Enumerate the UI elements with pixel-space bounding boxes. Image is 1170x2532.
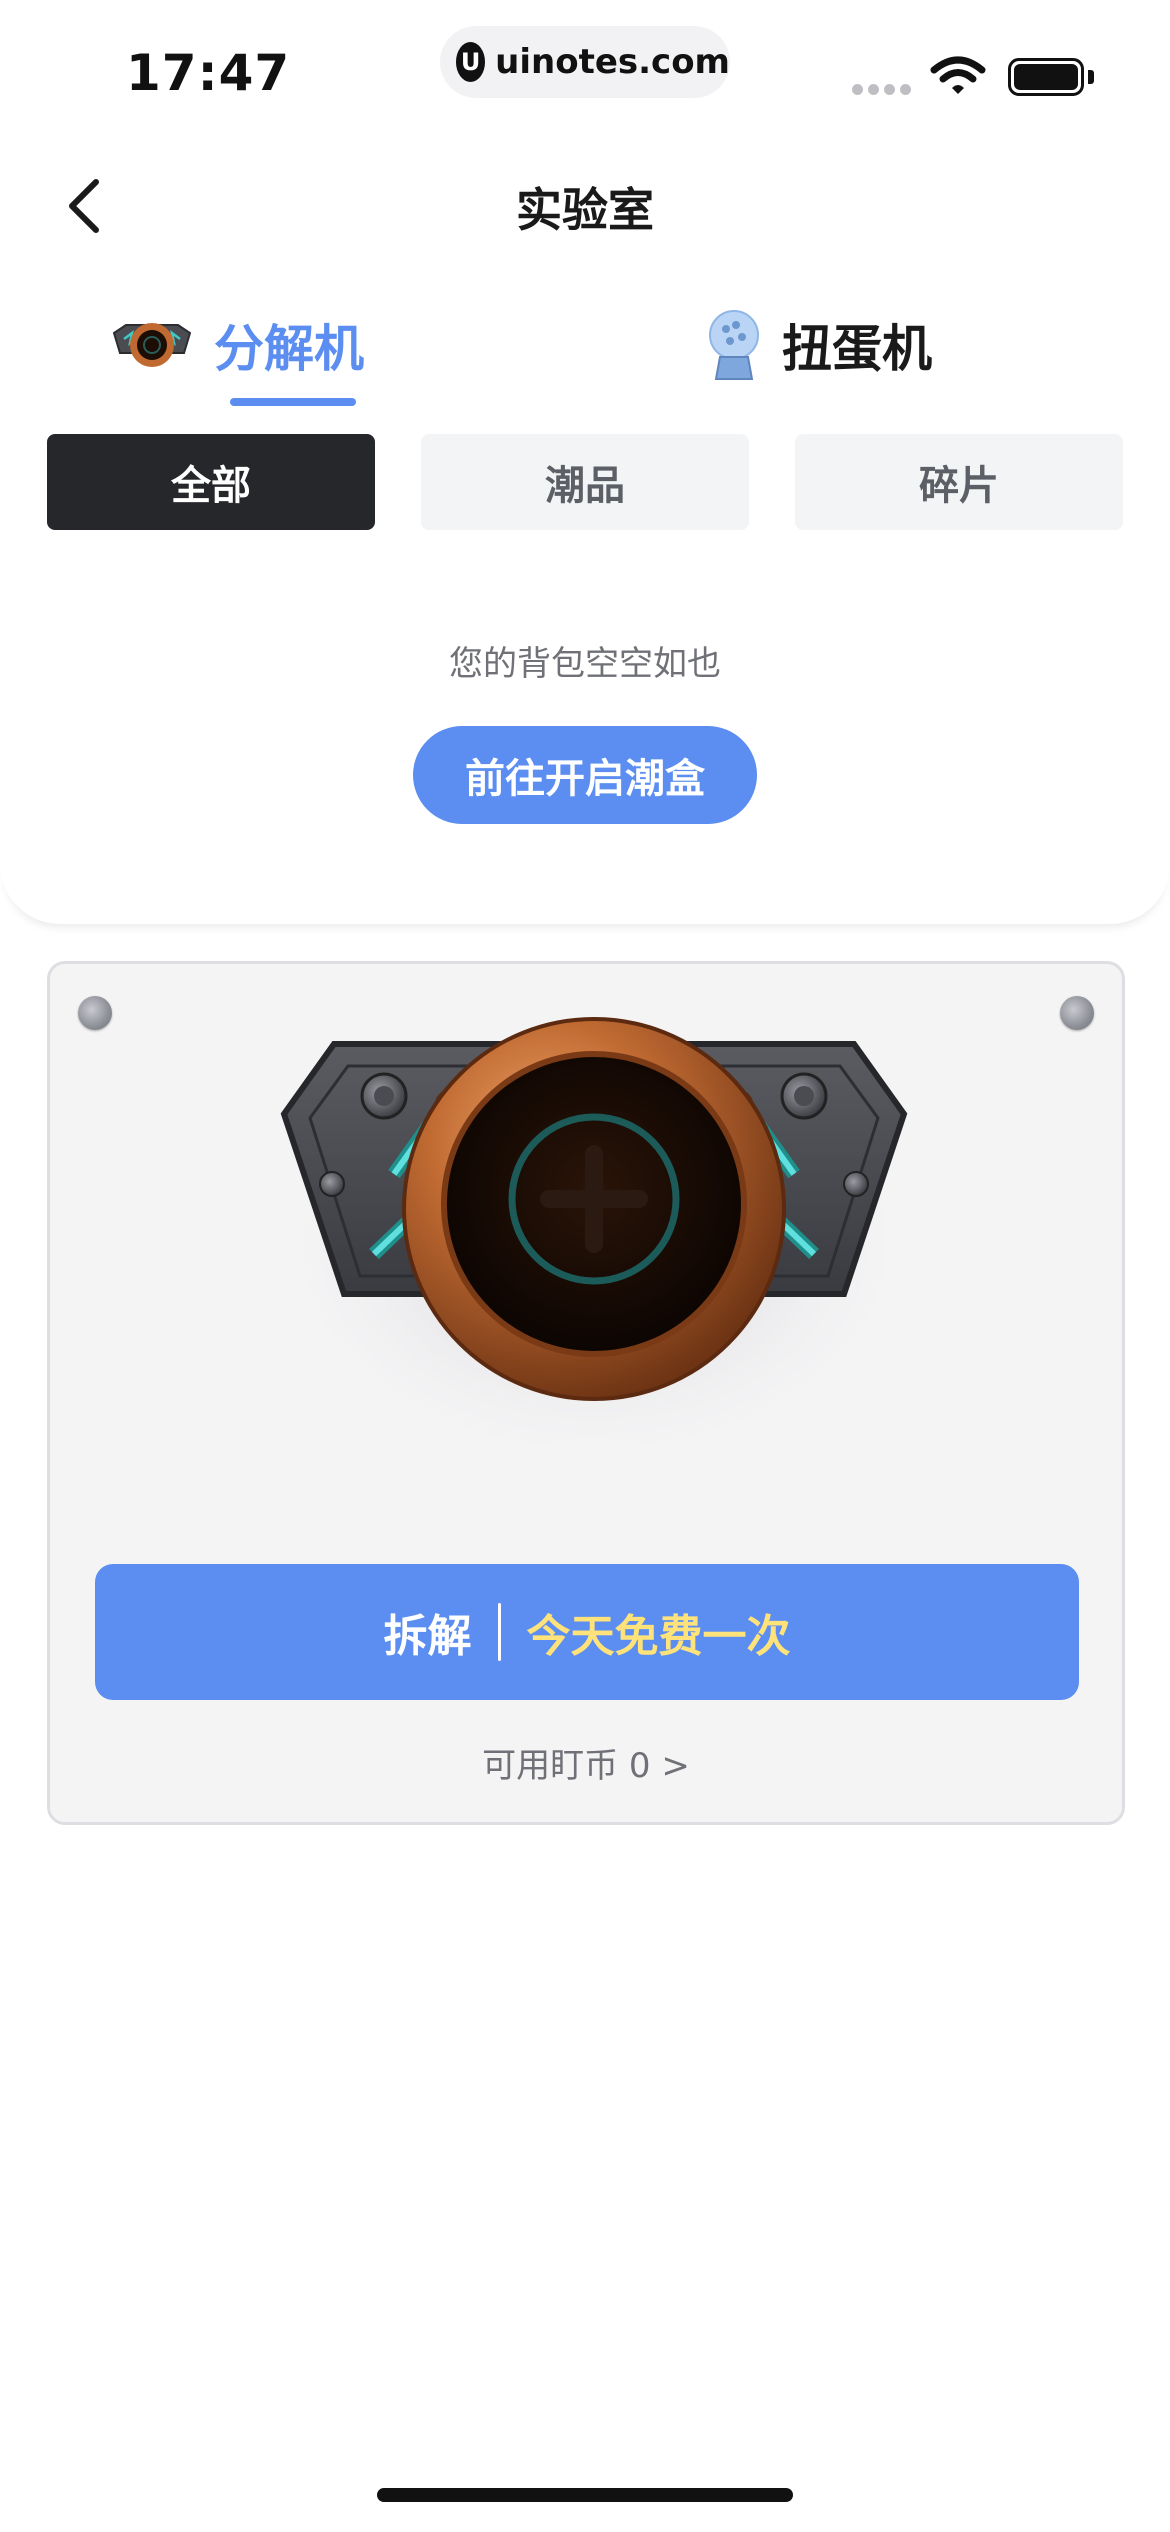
decomposer-machine-icon bbox=[112, 323, 192, 367]
button-divider bbox=[497, 1603, 501, 1661]
decompose-button[interactable]: 拆解 今天免费一次 bbox=[95, 1564, 1079, 1700]
decomposer-panel: 拆解 今天免费一次 可用盯币 0 > bbox=[47, 961, 1125, 1825]
watermark-logo-icon: U bbox=[456, 42, 486, 82]
page-title: 实验室 bbox=[516, 183, 654, 237]
status-bar: 17:47 U uinotes.com bbox=[0, 0, 1170, 130]
tab-decomposer[interactable]: 分解机 bbox=[108, 300, 364, 390]
open-blind-box-button[interactable]: 前往开启潮盒 bbox=[413, 726, 757, 824]
wifi-icon bbox=[930, 56, 986, 94]
tab-label: 扭蛋机 bbox=[782, 320, 932, 378]
status-time: 17:47 bbox=[126, 44, 291, 102]
filter-all[interactable]: 全部 bbox=[47, 434, 375, 530]
screw-icon bbox=[1060, 996, 1094, 1030]
filter-fragments[interactable]: 碎片 bbox=[795, 434, 1123, 530]
home-indicator[interactable] bbox=[377, 2488, 793, 2502]
screw-icon bbox=[78, 996, 112, 1030]
signal-icon bbox=[852, 84, 911, 95]
available-coins-link[interactable]: 可用盯币 0 > bbox=[50, 1738, 1122, 1787]
free-once-today-label: 今天免费一次 bbox=[526, 1611, 791, 1662]
battery-icon bbox=[1008, 58, 1084, 96]
active-tab-indicator bbox=[230, 398, 356, 406]
card-bottom-edge bbox=[0, 860, 1170, 924]
battery-cap bbox=[1088, 70, 1094, 84]
empty-backpack-message: 您的背包空空如也 bbox=[449, 644, 721, 684]
decompose-label: 拆解 bbox=[383, 1611, 472, 1662]
gacha-capsule-icon bbox=[709, 310, 759, 380]
watermark-text: uinotes.com bbox=[495, 42, 730, 82]
filter-trend-items[interactable]: 潮品 bbox=[421, 434, 749, 530]
tab-label: 分解机 bbox=[214, 320, 364, 378]
tab-gacha[interactable]: 扭蛋机 bbox=[704, 300, 932, 390]
watermark-badge: U uinotes.com bbox=[440, 26, 730, 98]
decomposer-machine-illustration bbox=[264, 1014, 924, 1474]
